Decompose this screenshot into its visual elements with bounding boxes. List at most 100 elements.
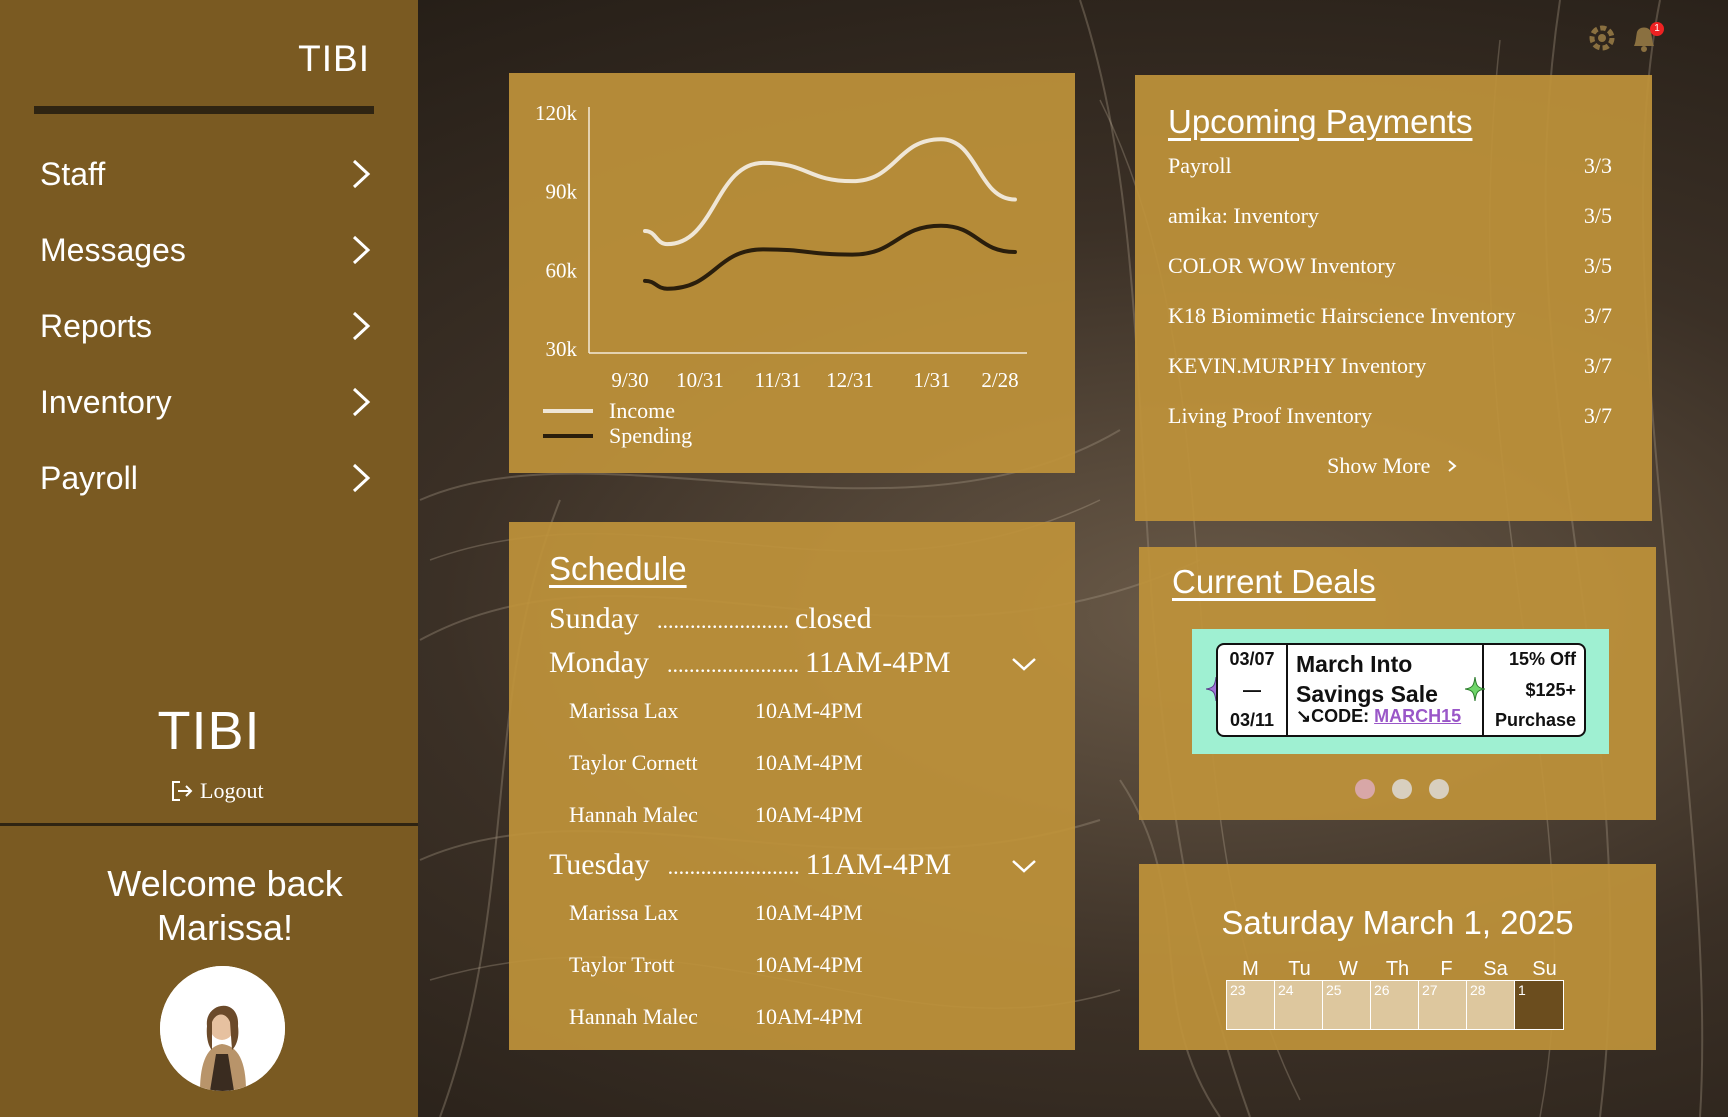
x-tick-label: 1/31 [913,368,950,392]
staff-hours: 10AM-4PM [755,802,863,827]
day-hours: 11AM-4PM [805,848,952,881]
coupon-start-date: 03/07 [1229,649,1275,669]
calendar-day-cell[interactable]: 23 [1227,981,1275,1029]
chevron-down-icon[interactable] [1011,656,1037,672]
staff-name: Taylor Trott [569,952,675,977]
staff-name: Marissa Lax [569,900,679,925]
sidebar-item-inventory[interactable]: Inventory [0,364,418,440]
leader-dots: ........................ [667,854,800,879]
calendar-card: Saturday March 1, 2025 M Tu W Th F Sa Su… [1139,864,1656,1050]
x-tick-label: 9/30 [611,368,648,392]
weekday-label: Sa [1483,958,1508,980]
payment-row[interactable]: KEVIN.MURPHY Inventory 3/7 [1168,353,1612,379]
brand-logo-top: TIBI [298,38,370,79]
weekday-label: Th [1385,958,1410,980]
payment-row[interactable]: Living Proof Inventory 3/7 [1168,403,1612,429]
payment-row[interactable]: K18 Biomimetic Hairscience Inventory 3/7 [1168,303,1612,329]
payment-name: amika: Inventory [1168,203,1319,228]
coupon-code: ↘CODE: MARCH15 [1296,701,1461,731]
staff-name: Taylor Cornett [569,750,698,775]
sidebar-item-payroll[interactable]: Payroll [0,440,418,516]
chevron-right-icon [352,235,371,265]
logout-button[interactable]: Logout [170,778,264,804]
calendar-day-cell[interactable]: 28 [1467,981,1515,1029]
calendar-day-cell[interactable]: 25 [1323,981,1371,1029]
notification-badge: 1 [1650,22,1664,36]
pager-dot[interactable] [1429,779,1449,799]
x-tick-label: 12/31 [826,368,874,392]
calendar-day-cell[interactable]: 24 [1275,981,1323,1029]
sidebar-item-reports[interactable]: Reports [0,288,418,364]
payment-row[interactable]: COLOR WOW Inventory 3/5 [1168,253,1612,279]
upcoming-payments-card: Upcoming Payments Payroll 3/3 amika: Inv… [1135,75,1652,521]
payment-date: 3/5 [1583,253,1612,278]
chart-legend: Income Spending [543,398,692,448]
day-name: Sunday [549,602,639,635]
payment-name: KEVIN.MURPHY Inventory [1168,353,1427,378]
sparkle-icon [1465,677,1485,701]
chevron-right-icon [1448,460,1457,472]
y-tick-label: 30k [546,337,578,361]
calendar-day-cell[interactable]: 26 [1371,981,1419,1029]
deal-coupon[interactable]: 03/07 — 03/11 March Into Savings Sale ↘C… [1192,629,1609,754]
payment-date: 3/7 [1583,303,1612,328]
sidebar-item-label: Staff [40,155,106,192]
legend-swatch-income [543,408,593,413]
weekday-label: M [1242,958,1259,980]
legend-label-spending: Spending [609,422,693,448]
staff-hours: 10AM-4PM [755,698,863,723]
x-tick-label: 2/28 [981,368,1018,392]
day-name: Tuesday [549,848,650,881]
deals-title: Current Deals [1172,563,1376,600]
brand-divider [34,106,374,114]
pager-dot[interactable] [1392,779,1412,799]
legend-item-income: Income [543,398,692,423]
sidebar-item-staff[interactable]: Staff [0,136,418,212]
calendar-day-cell-today[interactable]: 1 [1515,981,1563,1029]
y-tick-label: 120k [535,101,578,125]
payment-name: Living Proof Inventory [1168,403,1373,428]
coupon-purchase: Purchase [1494,710,1576,730]
leader-dots: ........................ [657,608,789,633]
staff-hours: 10AM-4PM [755,900,863,925]
payment-date: 3/3 [1583,153,1612,178]
staff-shift-row: Hannah Malec 10AM-4PM [569,802,863,828]
y-tick-label: 90k [546,180,578,204]
sidebar-nav: Staff Messages Reports Inventory Payroll [0,136,418,516]
coupon-discount: 15% Off [1508,649,1576,669]
coupon-minimum: $125+ [1525,679,1576,700]
payment-name: K18 Biomimetic Hairscience Inventory [1168,303,1516,328]
legend-swatch-spending [543,433,593,438]
payment-row[interactable]: amika: Inventory 3/5 [1168,203,1612,229]
calendar-weekday-header: M Tu W Th F Sa Su [1226,958,1569,981]
schedule-day-monday: Monday........................ 11AM-4PM [549,646,1036,680]
payment-name: COLOR WOW Inventory [1168,253,1396,278]
weekday-label: Tu [1288,958,1311,980]
settings-gear-icon[interactable] [1584,20,1620,56]
calendar-day-cell[interactable]: 27 [1419,981,1467,1029]
coupon-end-date: 03/11 [1229,710,1275,730]
brand-logo-large: TIBI [157,701,261,761]
logout-label: Logout [200,778,264,803]
show-more-button[interactable]: Show More [1135,453,1652,479]
legend-label-income: Income [609,397,675,423]
staff-shift-row: Taylor Trott 10AM-4PM [569,952,863,978]
income-spending-chart-card: 120k 90k 60k 30k 9/30 10/31 11/31 12/31 1/31 2/28… [509,73,1075,473]
schedule-day-sunday: Sunday........................ closed [549,602,1029,636]
coupon-code-value: MARCH15 [1374,706,1462,726]
chevron-right-icon [352,463,371,493]
chevron-down-icon[interactable] [1011,858,1037,874]
sidebar-item-messages[interactable]: Messages [0,212,418,288]
avatar[interactable] [160,966,285,1091]
payment-row[interactable]: Payroll 3/3 [1168,153,1612,179]
schedule-title: Schedule [549,550,687,587]
current-deals-card: Current Deals 03/07 — 03/11 March Into S… [1139,547,1656,820]
pager-dot[interactable] [1355,779,1375,799]
chevron-right-icon [352,159,371,189]
calendar-week-grid: 23 24 25 26 27 28 1 [1226,980,1564,1030]
line-chart: 120k 90k 60k 30k 9/30 10/31 11/31 12/31 1/31 2/28 [535,101,1027,392]
sidebar-divider [0,823,418,826]
chevron-right-icon [352,387,371,417]
staff-shift-row: Marissa Lax 10AM-4PM [569,698,863,724]
legend-item-spending: Spending [543,423,692,448]
